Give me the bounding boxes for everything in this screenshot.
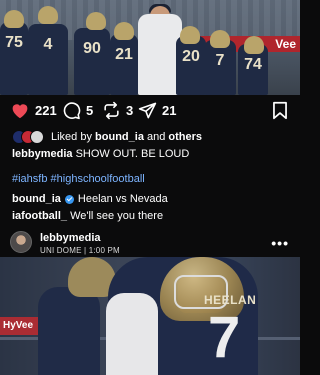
player-figure: 75 [0,22,28,95]
helmet [180,26,200,44]
liked-by-others[interactable]: others [168,131,202,143]
caption-text: SHOW OUT. BE LOUD [75,148,190,160]
player-figure: 20 [176,36,206,95]
liked-by-prefix: Liked by [51,131,92,143]
liked-by-joiner: and [147,131,166,143]
share-count: 21 [162,103,177,118]
jersey-number: 74 [244,56,262,73]
jersey-number: 20 [182,48,200,65]
helmet [86,12,106,30]
liked-by-avatars [12,130,44,144]
player-figure: 4 [28,24,68,95]
comment-user[interactable]: iafootball_ [12,210,67,222]
bookmark-icon [273,101,287,120]
jersey-number: 4 [43,36,53,53]
background-player [38,287,100,375]
comment-text: Heelan vs Nevada [77,193,168,205]
player-figure: 90 [74,28,110,95]
comment-row: iafootball_ We'll see you there [12,210,163,222]
helmet [210,30,230,48]
jersey-number: 7 [208,305,241,370]
player-sleeve [106,293,158,375]
save-button[interactable] [272,101,288,120]
jersey-number: 21 [115,46,133,63]
ad-board-text: Vee [275,37,296,51]
avatar [30,130,44,144]
caption-text-line: lebbymedia SHOW OUT. BE LOUD [12,148,189,160]
player-figure: 7 [204,40,236,95]
post-caption-area: Liked by bound_ia and others lebbymedia … [0,127,300,257]
post-image-top[interactable]: Vee 75 4 90 21 20 7 74 [0,0,300,95]
jersey-number: 7 [215,52,225,69]
comment-count: 5 [86,103,94,118]
like-button[interactable]: 221 [10,101,57,119]
repost-icon [104,101,119,120]
helmet [244,36,264,54]
send-icon [138,102,157,119]
share-button[interactable]: 21 [138,101,176,120]
ad-board-text: HyVee [3,320,34,331]
jersey-number: 90 [83,40,101,57]
player-figure: 21 [110,34,138,95]
action-bar: 221 5 3 21 [0,95,300,127]
repost-button[interactable]: 3 [102,101,133,120]
liked-by-user[interactable]: bound_ia [95,131,144,143]
comment-text: We'll see you there [70,210,164,222]
more-options-icon[interactable]: ••• [271,235,289,251]
repost-count: 3 [126,103,134,118]
owner-location[interactable]: UNI DOME | 1:00 PM [40,246,120,255]
caption-hashtags[interactable]: #iahsfb #highschoolfootball [12,173,145,185]
verified-badge-icon [64,194,74,204]
helmet [114,22,134,40]
owner-username[interactable]: lebbymedia [40,232,101,244]
helmet [4,10,24,28]
helmet [38,6,58,24]
comment-user[interactable]: bound_ia [12,193,61,205]
owner-avatar[interactable] [10,231,32,253]
comment-icon [63,102,81,120]
like-count: 221 [35,102,57,118]
liked-by-row[interactable]: Liked by bound_ia and others [12,130,202,144]
comment-button[interactable]: 5 [62,101,93,120]
caption-author[interactable]: lebbymedia [12,148,73,160]
heart-icon [12,104,28,119]
jersey-number: 75 [5,34,23,51]
comment-row: bound_ia Heelan vs Nevada [12,193,168,205]
post-image-bottom[interactable]: HyVee HEELAN 7 [0,257,300,375]
